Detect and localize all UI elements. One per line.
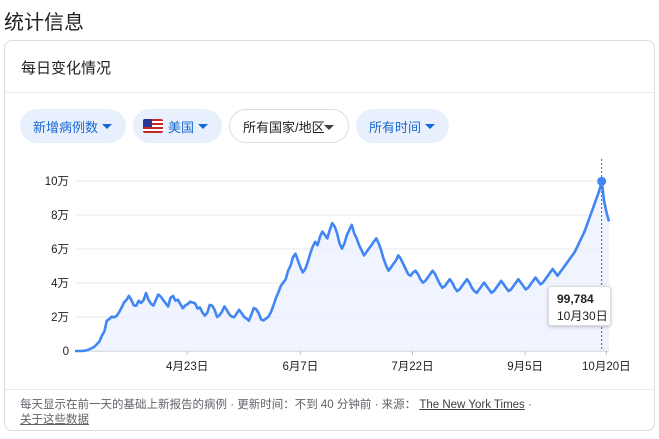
- chevron-down-icon: [102, 124, 112, 129]
- source-link[interactable]: The New York Times: [419, 399, 524, 411]
- y-tick-label: 10万: [45, 176, 69, 188]
- chevron-down-icon: [425, 124, 435, 129]
- footer-separator: ·: [524, 399, 532, 411]
- daily-change-card: 每日变化情况 新增病例数 美国 所有国家/地区 所有时间 0 2万 4万 6万 8万 10…: [4, 40, 655, 431]
- y-tick-label: 2万: [51, 312, 69, 324]
- metric-dropdown[interactable]: 新增病例数: [20, 109, 126, 143]
- footer-updated: 不到 40 分钟前: [294, 399, 372, 411]
- footer-source-label: · 来源：: [371, 399, 417, 411]
- footer-description: 每天显示在前一天的基础上新报告的病例 · 更新时间：: [20, 399, 295, 411]
- page-title: 统计信息: [4, 12, 84, 34]
- location-dropdown[interactable]: 美国: [133, 109, 222, 143]
- y-tick-label: 6万: [51, 244, 69, 256]
- x-tick-label: 9月5日: [507, 361, 543, 373]
- card-title: 每日变化情况: [5, 41, 654, 93]
- y-tick-label: 8万: [51, 210, 69, 222]
- tooltip-date: 10月30日: [557, 309, 608, 323]
- hover-point[interactable]: [597, 176, 607, 186]
- y-tick-label: 0: [63, 346, 69, 358]
- chevron-down-icon: [324, 125, 334, 130]
- daily-cases-chart[interactable]: 0 2万 4万 6万 8万 10万 4月23日 6月7日 7月22日 9月5日 10月20日: [5, 153, 655, 389]
- about-data-link[interactable]: 关于这些数据: [20, 414, 89, 426]
- cases-area: [75, 181, 609, 351]
- scope-dropdown-label: 所有国家/地区: [243, 119, 325, 135]
- us-flag-icon: [143, 119, 163, 133]
- chart-footer: 每天显示在前一天的基础上新报告的病例 · 更新时间：不到 40 分钟前 · 来源…: [5, 389, 654, 428]
- x-tick-label: 4月23日: [166, 361, 208, 373]
- x-tick-label: 6月7日: [282, 361, 318, 373]
- y-axis: 0 2万 4万 6万 8万 10万: [45, 176, 69, 358]
- tooltip-value: 99,784: [557, 292, 594, 306]
- x-tick-label: 10月20日: [582, 361, 631, 373]
- time-dropdown-label: 所有时间: [369, 119, 422, 135]
- chart-tooltip: 99,784 10月30日: [548, 286, 611, 326]
- y-tick-label: 4万: [51, 278, 69, 290]
- chevron-down-icon: [198, 124, 208, 129]
- x-axis: 4月23日 6月7日 7月22日 9月5日 10月20日: [166, 351, 631, 373]
- metric-dropdown-label: 新增病例数: [33, 119, 99, 135]
- x-tick-label: 7月22日: [391, 361, 433, 373]
- time-dropdown[interactable]: 所有时间: [356, 109, 449, 143]
- scope-dropdown[interactable]: 所有国家/地区: [229, 109, 349, 143]
- location-dropdown-label: 美国: [168, 119, 195, 135]
